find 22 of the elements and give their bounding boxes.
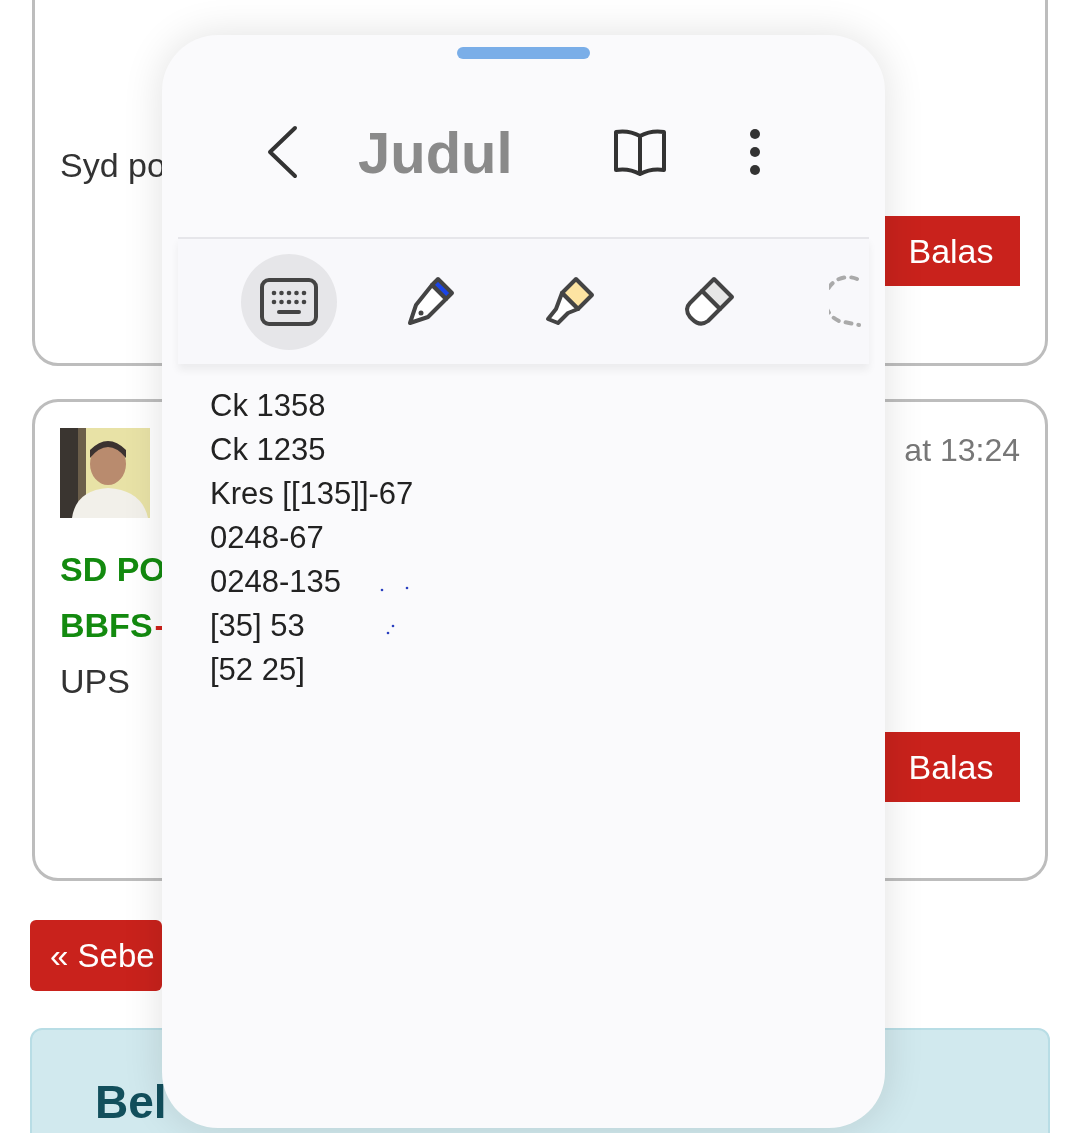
note-title: Judul: [358, 118, 514, 186]
reply-button[interactable]: Balas: [882, 216, 1020, 286]
keyboard-icon: [260, 277, 318, 326]
comment-timestamp: at 13:24: [904, 432, 1020, 469]
note-text-line: Ck 1235: [210, 431, 326, 469]
book-icon[interactable]: [613, 128, 667, 176]
info-title: Bel: [95, 1075, 168, 1129]
back-icon[interactable]: [266, 125, 298, 179]
note-text-line: [35] 53: [210, 607, 305, 645]
note-text-line: [52 25]: [210, 651, 305, 689]
ink-dots-drawing: [380, 586, 410, 636]
comment-text: UPS: [60, 661, 130, 702]
comment-title: SD PO: [60, 549, 166, 590]
note-text-line: Kres [[135]]-67: [210, 475, 414, 513]
comment-title: BBFS: [60, 606, 153, 644]
note-text-line: 0248-135: [210, 563, 341, 601]
note-text-line: Ck 1358: [210, 387, 326, 425]
reply-button[interactable]: Balas: [882, 732, 1020, 802]
drag-handle[interactable]: [457, 47, 590, 59]
note-text-line: 0248-67: [210, 519, 324, 557]
previous-page-button[interactable]: « Sebe: [30, 920, 162, 991]
more-icon[interactable]: [749, 128, 761, 176]
